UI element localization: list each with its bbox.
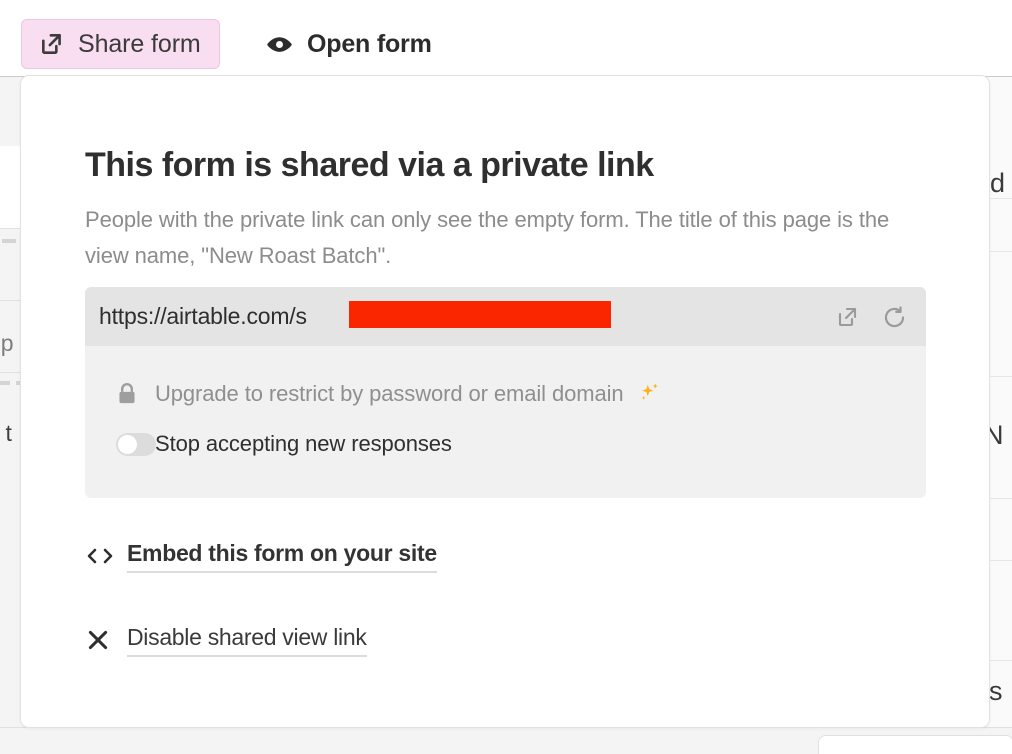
background-text-fragment xyxy=(0,381,10,385)
share-form-label: Share form xyxy=(78,30,201,59)
upgrade-restrict-label: Upgrade to restrict by password or email… xyxy=(155,381,624,407)
eye-icon xyxy=(266,31,293,58)
background-text-fragment xyxy=(2,239,16,243)
background-text-fragment: op xyxy=(0,330,14,357)
open-form-label: Open form xyxy=(307,30,432,59)
external-link-icon xyxy=(39,31,65,57)
share-form-modal: This form is shared via a private link P… xyxy=(20,75,990,728)
share-link-bar[interactable]: https://airtable.com/s xyxy=(85,287,926,346)
stop-responses-label: Stop accepting new responses xyxy=(155,431,452,457)
background-text-fragment: l t xyxy=(0,420,12,447)
sparkles-icon xyxy=(638,381,661,408)
background-text-fragment: · xyxy=(0,188,1,204)
refresh-icon[interactable] xyxy=(879,302,909,332)
modal-description: People with the private link can only se… xyxy=(85,202,925,274)
close-x-icon xyxy=(85,627,127,653)
embed-form-link[interactable]: Embed this form on your site xyxy=(85,539,437,573)
option-stop-responses[interactable]: Stop accepting new responses xyxy=(116,427,452,461)
share-link-url: https://airtable.com/s xyxy=(99,303,307,330)
form-toolbar: Share form Open form xyxy=(0,0,1012,76)
share-form-button[interactable]: Share form xyxy=(21,19,220,69)
background-bottom-card xyxy=(818,735,1012,754)
toggle-knob xyxy=(118,435,137,454)
open-form-button[interactable]: Open form xyxy=(259,19,439,69)
page-title: This form is shared via a private link xyxy=(85,146,654,185)
redaction-block xyxy=(349,301,611,328)
embed-form-label: Embed this form on your site xyxy=(127,539,437,573)
background-text-fragment: d xyxy=(990,168,1005,199)
background-text-fragment: s xyxy=(989,676,1003,707)
stop-responses-toggle[interactable] xyxy=(116,433,156,456)
lock-icon xyxy=(116,382,150,406)
code-brackets-icon xyxy=(85,544,127,568)
share-options-panel: Upgrade to restrict by password or email… xyxy=(85,346,926,498)
toggle-switch[interactable] xyxy=(116,433,150,456)
disable-link-label: Disable shared view link xyxy=(127,623,367,657)
option-upgrade-restrict[interactable]: Upgrade to restrict by password or email… xyxy=(116,377,661,411)
open-link-icon[interactable] xyxy=(833,302,863,332)
disable-shared-view-link[interactable]: Disable shared view link xyxy=(85,623,367,657)
